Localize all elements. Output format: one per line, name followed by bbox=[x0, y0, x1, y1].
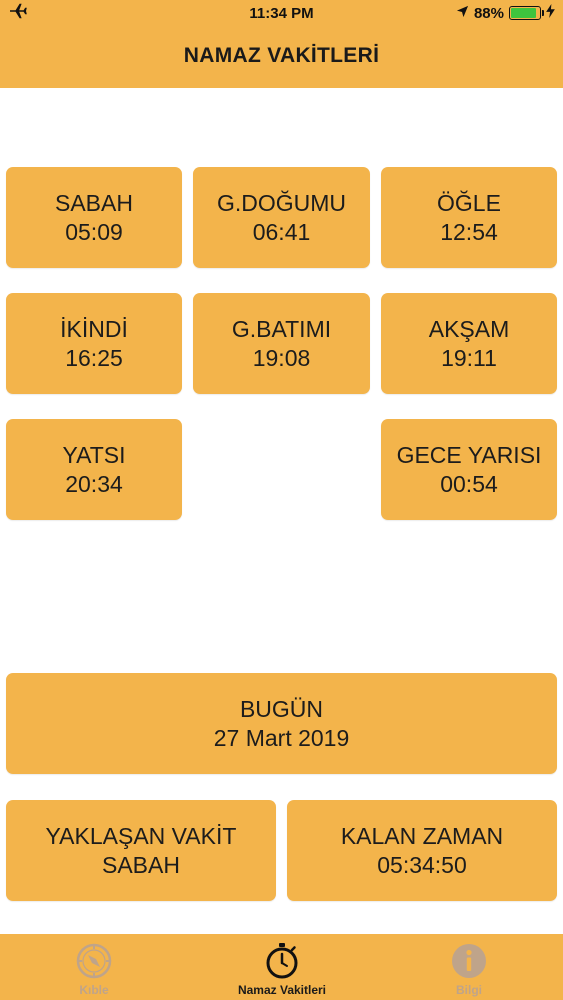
battery-icon bbox=[509, 6, 544, 20]
status-bar: 11:34 PM 88% bbox=[0, 0, 563, 28]
prayer-name: G.BATIMI bbox=[231, 315, 332, 342]
prayer-time-aksam[interactable]: AKŞAM 19:11 bbox=[381, 293, 557, 394]
prayer-time: 16:25 bbox=[65, 344, 123, 371]
tab-label: Namaz Vakitleri bbox=[237, 983, 327, 997]
prayer-time-ogle[interactable]: ÖĞLE 12:54 bbox=[381, 167, 557, 268]
prayer-name: ÖĞLE bbox=[437, 189, 501, 216]
prayer-time-gunes-dogumu[interactable]: G.DOĞUMU 06:41 bbox=[193, 167, 370, 268]
charging-bolt-icon bbox=[546, 4, 555, 22]
prayer-time-gunes-batimi[interactable]: G.BATIMI 19:08 bbox=[193, 293, 370, 394]
tab-bar: Kıble Namaz Vakitleri Bilgi bbox=[0, 934, 563, 1000]
prayer-name: AKŞAM bbox=[428, 315, 510, 342]
remaining-label: KALAN ZAMAN bbox=[340, 822, 504, 849]
prayer-time-sabah[interactable]: SABAH 05:09 bbox=[6, 167, 182, 268]
today-label: BUGÜN bbox=[239, 695, 324, 722]
prayer-time-yatsi[interactable]: YATSI 20:34 bbox=[6, 419, 182, 520]
today-date-panel: BUGÜN 27 Mart 2019 bbox=[6, 673, 557, 774]
prayer-name: SABAH bbox=[55, 189, 133, 216]
header: 11:34 PM 88% NAMAZ VAKİTLERİ bbox=[0, 0, 563, 88]
prayer-time-ikindi[interactable]: İKİNDİ 16:25 bbox=[6, 293, 182, 394]
prayer-name: YATSI bbox=[62, 441, 126, 468]
compass-icon bbox=[75, 942, 113, 980]
prayer-time: 19:11 bbox=[441, 344, 497, 371]
tab-kible[interactable]: Kıble bbox=[0, 934, 188, 1000]
battery-percent: 88% bbox=[473, 4, 504, 22]
prayer-time: 12:54 bbox=[440, 218, 498, 245]
stopwatch-icon bbox=[263, 942, 301, 980]
location-arrow-icon bbox=[456, 5, 469, 22]
upcoming-prayer-panel: YAKLAŞAN VAKİT SABAH bbox=[6, 800, 276, 901]
today-date: 27 Mart 2019 bbox=[213, 724, 350, 751]
prayer-time: 05:09 bbox=[65, 218, 123, 245]
tab-label: Bilgi bbox=[456, 983, 482, 997]
info-icon bbox=[450, 942, 488, 980]
upcoming-label: YAKLAŞAN VAKİT bbox=[45, 822, 237, 849]
prayer-time: 00:54 bbox=[440, 470, 498, 497]
tab-bilgi[interactable]: Bilgi bbox=[375, 934, 563, 1000]
page-title: NAMAZ VAKİTLERİ bbox=[183, 44, 380, 67]
prayer-time: 20:34 bbox=[65, 470, 123, 497]
tab-label: Kıble bbox=[79, 983, 109, 997]
prayer-time: 19:08 bbox=[252, 344, 311, 371]
prayer-name: İKİNDİ bbox=[60, 315, 128, 342]
remaining-time-panel: KALAN ZAMAN 05:34:50 bbox=[287, 800, 557, 901]
prayer-time-gece-yarisi[interactable]: GECE YARISI 00:54 bbox=[381, 419, 557, 520]
upcoming-value: SABAH bbox=[102, 851, 180, 878]
remaining-value: 05:34:50 bbox=[377, 851, 467, 878]
prayer-name: G.DOĞUMU bbox=[216, 189, 347, 216]
tab-namaz-vakitleri[interactable]: Namaz Vakitleri bbox=[188, 934, 376, 1000]
prayer-name: GECE YARISI bbox=[396, 441, 542, 468]
prayer-time: 06:41 bbox=[252, 218, 311, 245]
